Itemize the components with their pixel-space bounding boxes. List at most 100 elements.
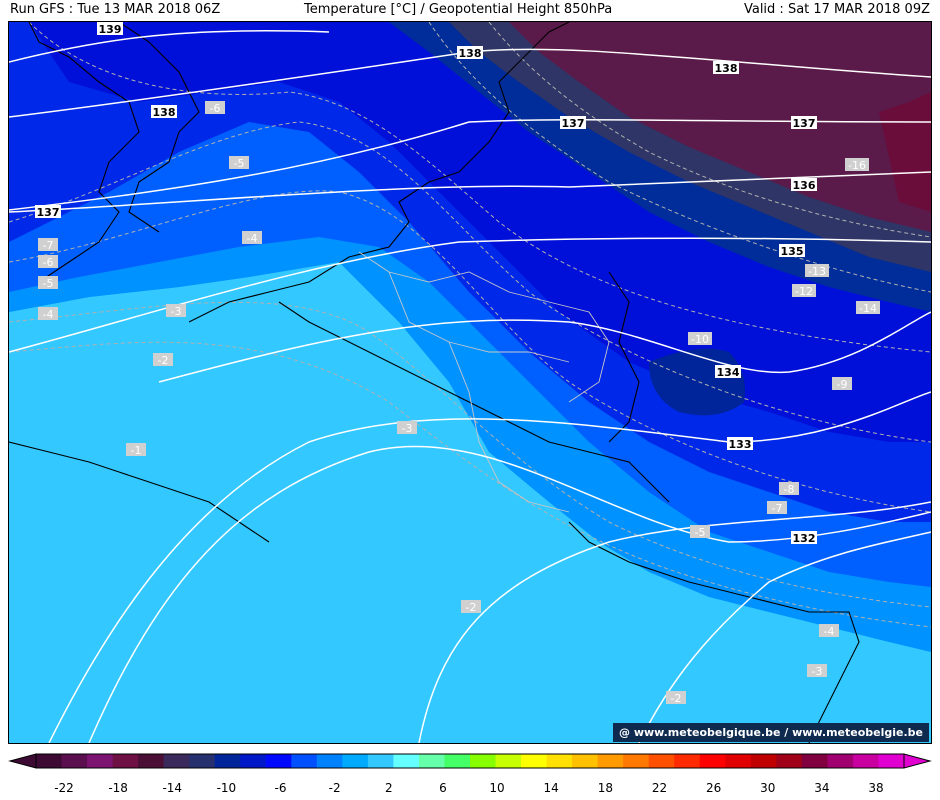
legend-swatch	[597, 754, 624, 768]
legend-tick-label: 6	[439, 781, 447, 795]
svg-text:-4: -4	[247, 232, 258, 245]
legend-bar	[8, 753, 932, 769]
site-credit[interactable]: @ www.meteobelgique.be / www.meteobelgie…	[613, 723, 929, 742]
svg-text:-10: -10	[691, 333, 709, 346]
svg-text:132: 132	[793, 532, 816, 545]
temp-label-minus4c: -4	[819, 624, 839, 638]
legend-tick-label: -18	[108, 781, 128, 795]
svg-text:-6: -6	[210, 102, 221, 115]
legend-swatch	[648, 754, 675, 768]
temp-label-minus5c: -5	[690, 525, 710, 539]
legend-swatch	[316, 754, 343, 768]
legend-swatch	[36, 754, 63, 768]
legend-swatch	[342, 754, 369, 768]
legend-swatch	[572, 754, 599, 768]
legend-swatch	[214, 754, 241, 768]
color-legend: -22 -18 -14 -10 -6 -2 2 6 10 14 18 22 26 30 34 38	[8, 753, 932, 795]
legend-swatch	[418, 754, 445, 768]
height-label-138a: 138	[457, 46, 483, 60]
forecast-map: 139 138 138 138 137 137 137 136 135 134 …	[8, 21, 932, 744]
legend-swatch	[61, 754, 88, 768]
svg-text:-7: -7	[43, 239, 54, 252]
legend-swatch	[367, 754, 394, 768]
legend-tick-label: -6	[275, 781, 287, 795]
legend-tick-label: -14	[162, 781, 182, 795]
legend-swatch	[163, 754, 190, 768]
temp-label-minus6a: -6	[205, 101, 225, 115]
temp-label-minus13: -13	[805, 264, 829, 278]
legend-swatch	[189, 754, 216, 768]
legend-swatch	[852, 754, 879, 768]
legend-swatch	[393, 754, 420, 768]
height-label-137a: 137	[560, 116, 586, 130]
legend-swatch	[674, 754, 701, 768]
svg-text:137: 137	[562, 117, 585, 130]
svg-text:-2: -2	[158, 354, 169, 367]
temp-label-minus14: -14	[856, 301, 880, 315]
height-label-138b: 138	[713, 61, 739, 75]
legend-swatch	[623, 754, 650, 768]
svg-text:138: 138	[715, 62, 738, 75]
temp-label-minus6b: -6	[38, 255, 58, 269]
legend-swatch	[265, 754, 292, 768]
legend-swatch	[699, 754, 726, 768]
height-label-137c: 137	[35, 205, 61, 219]
legend-swatch	[750, 754, 777, 768]
temp-label-minus10: -10	[688, 332, 712, 346]
svg-text:-3: -3	[402, 422, 413, 435]
legend-tick-label: 34	[814, 781, 829, 795]
svg-text:-9: -9	[837, 378, 848, 391]
temp-label-minus12: -12	[792, 284, 816, 298]
temp-label-minus16: -16	[845, 158, 869, 172]
svg-text:138: 138	[153, 106, 176, 119]
legend-tick-label: 30	[760, 781, 775, 795]
legend-swatch	[521, 754, 548, 768]
legend-swatch	[776, 754, 803, 768]
height-label-137b: 137	[791, 116, 817, 130]
temp-label-minus7b: -7	[38, 238, 58, 252]
legend-arrow-left	[8, 753, 37, 769]
temp-label-minus1: -1	[126, 443, 146, 457]
svg-text:-3: -3	[812, 665, 823, 678]
legend-swatch	[112, 754, 139, 768]
temp-label-minus3a: -3	[166, 304, 186, 318]
legend-tick-label: -2	[329, 781, 341, 795]
height-label-138c: 138	[151, 105, 177, 119]
svg-text:-4: -4	[824, 625, 835, 638]
svg-text:137: 137	[37, 206, 60, 219]
legend-tick-label: 38	[868, 781, 883, 795]
temp-label-minus5b: -5	[38, 276, 58, 290]
legend-tick-label: -22	[54, 781, 74, 795]
svg-text:139: 139	[99, 23, 122, 36]
svg-text:-5: -5	[695, 526, 706, 539]
legend-tick-label: 26	[706, 781, 721, 795]
legend-swatch	[240, 754, 267, 768]
svg-text:-8: -8	[784, 483, 795, 496]
svg-text:-2: -2	[671, 692, 682, 705]
svg-text:-2: -2	[466, 601, 477, 614]
chart-title: Temperature [°C] / Geopotential Height 8…	[304, 2, 613, 17]
legend-tick-label: 18	[598, 781, 613, 795]
temp-label-minus9: -9	[832, 377, 852, 391]
svg-text:-3: -3	[171, 305, 182, 318]
temp-label-minus2c: -2	[666, 691, 686, 705]
legend-swatch	[138, 754, 165, 768]
height-label-132: 132	[791, 531, 817, 545]
svg-text:-6: -6	[43, 256, 54, 269]
temp-label-minus7a: -7	[767, 501, 787, 515]
legend-swatch	[725, 754, 752, 768]
legend-swatch	[444, 754, 471, 768]
legend-tick-label: 10	[489, 781, 504, 795]
legend-swatch	[291, 754, 318, 768]
height-label-133: 133	[727, 437, 753, 451]
legend-tick-label: 22	[652, 781, 667, 795]
legend-tick-label: -10	[217, 781, 237, 795]
temp-label-minus3c: -3	[807, 664, 827, 678]
svg-text:-14: -14	[859, 302, 877, 315]
svg-text:134: 134	[717, 366, 740, 379]
temp-label-minus4b: -4	[38, 307, 58, 321]
svg-text:-5: -5	[234, 157, 245, 170]
svg-text:-7: -7	[772, 502, 783, 515]
legend-arrow-right	[903, 753, 932, 769]
valid-time: Valid : Sat 17 MAR 2018 09Z	[743, 2, 930, 17]
